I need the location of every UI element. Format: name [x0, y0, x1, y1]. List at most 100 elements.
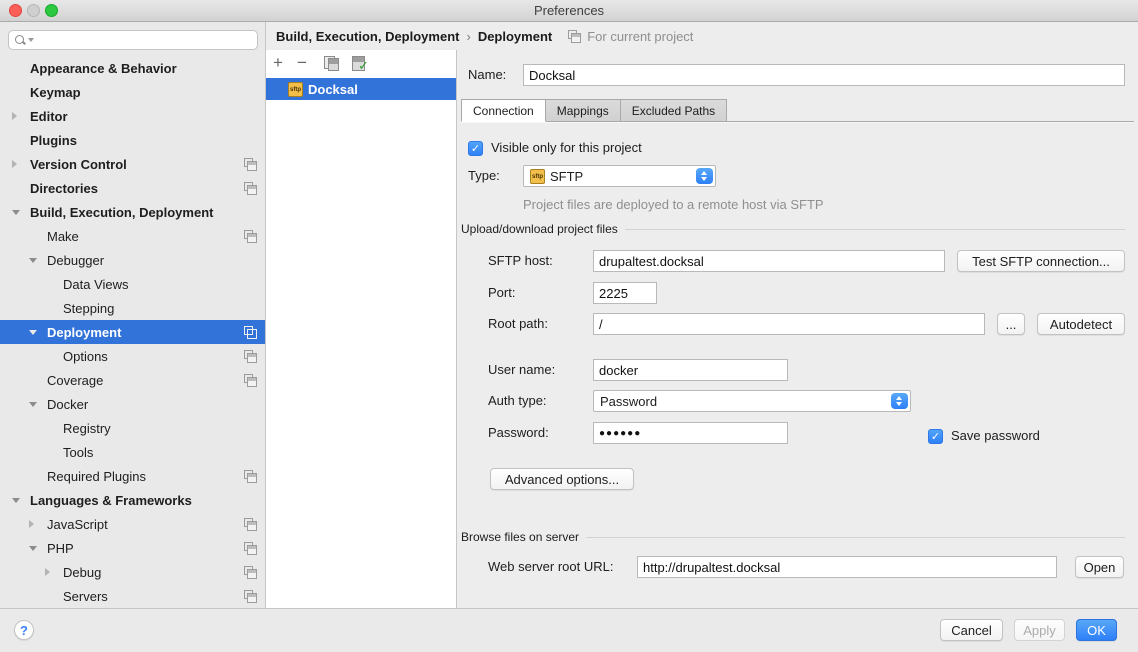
per-project-icon [244, 182, 256, 194]
sidebar-item-plugins[interactable]: Plugins [0, 128, 265, 152]
search-field[interactable] [8, 30, 258, 50]
ok-button[interactable]: OK [1076, 619, 1117, 641]
sidebar-item-languages-frameworks[interactable]: Languages & Frameworks [0, 488, 265, 512]
use-as-default-button[interactable]: ✓ [351, 56, 367, 71]
sidebar-item-required-plugins[interactable]: Required Plugins [0, 464, 265, 488]
preferences-window: Preferences Appearance & Behavior Keymap… [0, 0, 1138, 652]
root-path-label: Root path: [488, 313, 548, 335]
type-value: SFTP [550, 169, 583, 184]
sidebar-item-docker[interactable]: Docker [0, 392, 265, 416]
window-title: Preferences [0, 3, 1138, 18]
per-project-icon [244, 350, 256, 362]
sidebar-item-php[interactable]: PHP [0, 536, 265, 560]
sidebar-item-debug[interactable]: Debug [0, 560, 265, 584]
sidebar-item-editor[interactable]: Editor [0, 104, 265, 128]
visible-only-checkbox[interactable]: ✓ [468, 141, 483, 156]
sidebar-item-appearance-behavior[interactable]: Appearance & Behavior [0, 56, 265, 80]
save-password-checkbox[interactable]: ✓ [928, 429, 943, 444]
tab-connection[interactable]: Connection [461, 99, 546, 122]
type-hint: Project files are deployed to a remote h… [523, 197, 824, 212]
sidebar-item-data-views[interactable]: Data Views [0, 272, 265, 296]
sidebar-item-stepping[interactable]: Stepping [0, 296, 265, 320]
upload-section-header: Upload/download project files [461, 222, 1125, 236]
footer-bar: ? Cancel Apply OK [0, 608, 1138, 652]
settings-sidebar: Appearance & Behavior Keymap Editor Plug… [0, 22, 266, 608]
remove-server-button[interactable]: − [297, 54, 321, 72]
chevron-down-icon[interactable] [12, 498, 30, 503]
server-name: Docksal [308, 82, 358, 97]
auth-type-value: Password [600, 394, 657, 409]
test-sftp-connection-button[interactable]: Test SFTP connection... [957, 250, 1125, 272]
chevron-down-icon[interactable] [29, 330, 47, 335]
port-input[interactable] [593, 282, 657, 304]
per-project-icon [244, 374, 256, 386]
tab-mappings[interactable]: Mappings [546, 99, 621, 122]
web-root-input[interactable] [637, 556, 1057, 578]
deployment-form: Name: Connection Mappings Excluded Paths… [457, 50, 1138, 608]
per-project-icon [568, 30, 580, 42]
breadcrumb-current: Deployment [478, 29, 552, 44]
sidebar-item-deployment[interactable]: Deployment [0, 320, 265, 344]
open-button[interactable]: Open [1075, 556, 1124, 578]
browse-section-header: Browse files on server [461, 530, 1125, 544]
per-project-icon [244, 566, 256, 578]
sftp-file-icon: sftp [288, 82, 303, 97]
root-path-input[interactable] [593, 313, 985, 335]
chevron-right-icon[interactable] [12, 112, 30, 120]
tab-excluded-paths[interactable]: Excluded Paths [621, 99, 727, 122]
chevron-right-icon[interactable] [29, 520, 47, 528]
tabbar: Connection Mappings Excluded Paths [461, 99, 727, 122]
advanced-options-button[interactable]: Advanced options... [490, 468, 634, 490]
upload-section-title: Upload/download project files [461, 222, 618, 236]
port-label: Port: [488, 282, 515, 304]
sftp-host-input[interactable] [593, 250, 945, 272]
sidebar-item-tools[interactable]: Tools [0, 440, 265, 464]
sidebar-item-options[interactable]: Options [0, 344, 265, 368]
sidebar-item-build-execution-deployment[interactable]: Build, Execution, Deployment [0, 200, 265, 224]
chevron-right-icon[interactable] [12, 160, 30, 168]
server-list-panel: + − ✓ sftp Docksal [266, 50, 457, 608]
help-button[interactable]: ? [14, 620, 34, 640]
settings-tree: Appearance & Behavior Keymap Editor Plug… [0, 56, 265, 608]
breadcrumb-parent[interactable]: Build, Execution, Deployment [276, 29, 459, 44]
password-input[interactable] [593, 422, 788, 444]
apply-button[interactable]: Apply [1014, 619, 1065, 641]
autodetect-button[interactable]: Autodetect [1037, 313, 1125, 335]
titlebar: Preferences [0, 0, 1138, 22]
sidebar-item-debugger[interactable]: Debugger [0, 248, 265, 272]
chevron-down-icon[interactable] [29, 258, 47, 263]
password-label: Password: [488, 422, 549, 444]
sidebar-item-keymap[interactable]: Keymap [0, 80, 265, 104]
name-label: Name: [468, 64, 506, 86]
per-project-icon [244, 230, 256, 242]
name-input[interactable] [523, 64, 1125, 86]
sftp-file-icon: sftp [530, 169, 545, 184]
sidebar-item-registry[interactable]: Registry [0, 416, 265, 440]
chevron-down-icon[interactable] [29, 546, 47, 551]
browse-root-path-button[interactable]: ... [997, 313, 1025, 335]
type-label: Type: [468, 165, 500, 187]
type-select[interactable]: sftp SFTP [523, 165, 716, 187]
sidebar-item-coverage[interactable]: Coverage [0, 368, 265, 392]
add-server-button[interactable]: + [273, 54, 297, 72]
server-list-toolbar: + − ✓ [266, 50, 456, 76]
chevron-right-icon[interactable] [45, 568, 63, 576]
sidebar-item-version-control[interactable]: Version Control [0, 152, 265, 176]
save-password-row: ✓ Save password [928, 425, 1040, 447]
tab-divider-highlight [461, 122, 1134, 123]
cancel-button[interactable]: Cancel [940, 619, 1003, 641]
chevron-down-icon[interactable] [12, 210, 30, 215]
sidebar-item-make[interactable]: Make [0, 224, 265, 248]
search-input[interactable] [34, 32, 257, 48]
auth-type-select[interactable]: Password [593, 390, 911, 412]
copy-server-button[interactable] [324, 56, 339, 70]
browse-section-title: Browse files on server [461, 530, 579, 544]
sidebar-item-directories[interactable]: Directories [0, 176, 265, 200]
user-name-input[interactable] [593, 359, 788, 381]
sidebar-item-servers[interactable]: Servers [0, 584, 265, 608]
chevron-down-icon[interactable] [29, 402, 47, 407]
user-name-label: User name: [488, 359, 555, 381]
server-list-item-docksal[interactable]: sftp Docksal [266, 78, 456, 100]
select-stepper-icon [696, 168, 713, 184]
sidebar-item-javascript[interactable]: JavaScript [0, 512, 265, 536]
